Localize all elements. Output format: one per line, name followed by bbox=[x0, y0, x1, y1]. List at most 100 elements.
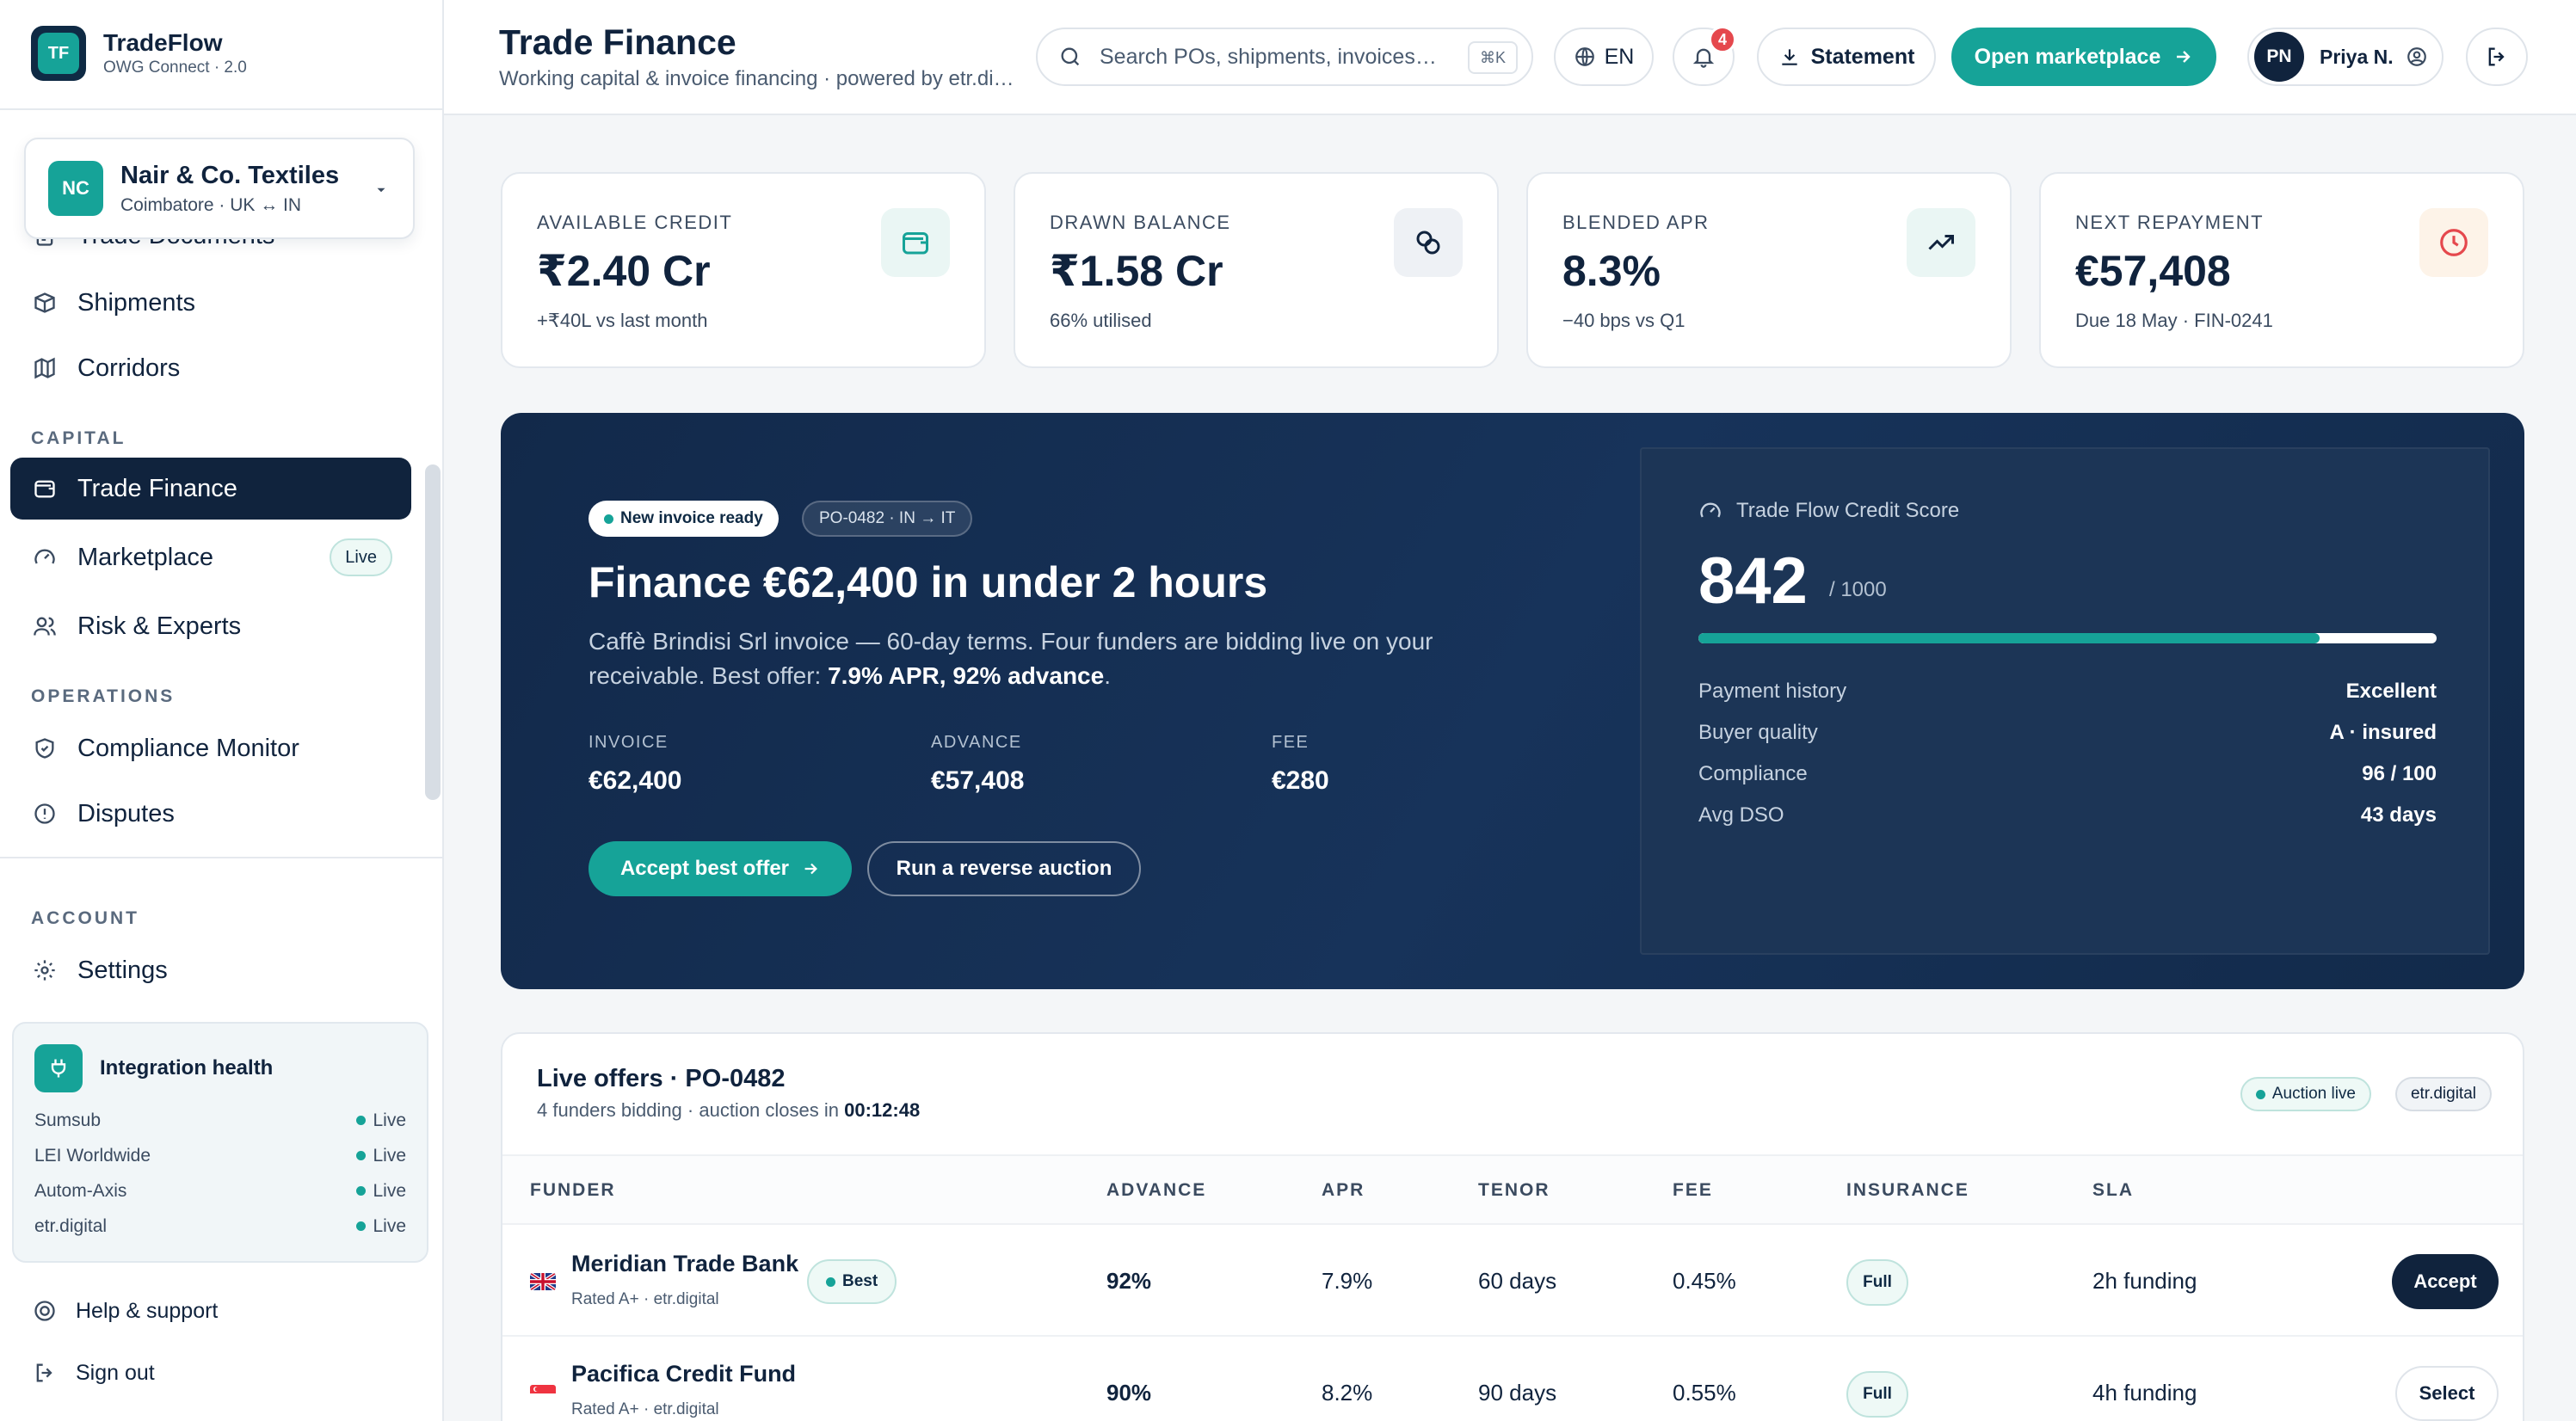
table-row[interactable]: Pacifica Credit Fund Rated A+ · etr.digi… bbox=[502, 1338, 2523, 1421]
notifications-button[interactable]: 4 bbox=[1673, 26, 1736, 86]
open-marketplace-label: Open marketplace bbox=[1974, 44, 2161, 69]
user-name: Priya N. bbox=[2320, 45, 2394, 68]
apr-cell: 8.2% bbox=[1322, 1380, 1373, 1406]
column-header-fee: FEE bbox=[1673, 1180, 1713, 1200]
sign-out-link[interactable]: Sign out bbox=[31, 1356, 155, 1390]
integration-row: Sumsub Live bbox=[34, 1103, 406, 1138]
sidebar-item-compliance-monitor[interactable]: Compliance Monitor bbox=[10, 717, 411, 779]
integration-row: LEI Worldwide Live bbox=[34, 1138, 406, 1173]
hero-title: Finance €62,400 in under 2 hours bbox=[589, 558, 1268, 606]
column-header-tenor: TENOR bbox=[1478, 1180, 1550, 1200]
integration-name: etr.digital bbox=[34, 1215, 108, 1236]
status-dot bbox=[604, 514, 613, 524]
column-header-insurance: INSURANCE bbox=[1846, 1180, 1969, 1200]
help-support-link[interactable]: Help & support bbox=[31, 1294, 218, 1328]
search-input[interactable] bbox=[1100, 44, 1444, 70]
sidebar-item-settings[interactable]: Settings bbox=[10, 939, 411, 1001]
credit-score-value: 842 bbox=[1698, 544, 1808, 618]
score-factor-label: Compliance bbox=[1698, 762, 1808, 785]
table-row[interactable]: Meridian Trade Bank Rated A+ · etr.digit… bbox=[502, 1227, 2523, 1337]
status-dot bbox=[356, 1116, 367, 1125]
score-factor-value: A · insured bbox=[2329, 721, 2437, 744]
sidebar-item-label: Risk & Experts bbox=[77, 612, 242, 640]
user-menu[interactable]: PN Priya N. bbox=[2247, 28, 2444, 86]
logout-button[interactable] bbox=[2466, 28, 2528, 86]
sidebar-item-corridors[interactable]: Corridors bbox=[10, 337, 411, 399]
trending-up-icon bbox=[1907, 208, 1975, 277]
page-title: Trade Finance bbox=[499, 22, 736, 62]
funder-rating: Rated A+ · etr.digital bbox=[571, 1290, 719, 1308]
sidebar-item-label: Compliance Monitor bbox=[77, 734, 299, 762]
score-factor-value: 43 days bbox=[2360, 803, 2437, 827]
score-factor-row: Avg DSO 43 days bbox=[1698, 795, 2437, 836]
wallet-icon bbox=[31, 475, 59, 502]
credit-score-bar bbox=[1698, 633, 2437, 643]
score-factor-row: Compliance 96 / 100 bbox=[1698, 754, 2437, 795]
stat-card-available-credit: AVAILABLE CREDIT ₹2.40 Cr +₹40L vs last … bbox=[501, 172, 986, 368]
gear-icon bbox=[31, 957, 59, 984]
score-factor-label: Buyer quality bbox=[1698, 721, 1818, 744]
logout-icon bbox=[2485, 45, 2509, 69]
arrow-right-icon bbox=[801, 859, 820, 878]
accept-best-offer-button[interactable]: Accept best offer bbox=[589, 841, 852, 896]
live-offers-panel: Live offers · PO-0482 4 funders bidding … bbox=[501, 1032, 2524, 1421]
auction-countdown: 00:12:48 bbox=[844, 1099, 921, 1121]
etr-digital-tag: etr.digital bbox=[2394, 1077, 2492, 1111]
insurance-badge: Full bbox=[1846, 1371, 1908, 1418]
sidebar-item-label: Marketplace bbox=[77, 543, 213, 571]
select-offer-button[interactable]: Select bbox=[2395, 1366, 2499, 1421]
download-icon bbox=[1778, 46, 1801, 68]
sidebar-item-marketplace[interactable]: Marketplace Live bbox=[10, 526, 411, 588]
offers-subtitle: 4 funders bidding · auction closes in 00… bbox=[537, 1099, 920, 1122]
map-icon bbox=[31, 354, 59, 382]
credit-score-bar-fill bbox=[1698, 633, 2320, 643]
wallet-icon bbox=[881, 208, 950, 277]
brand[interactable]: TF TradeFlow OWG Connect · 2.0 bbox=[31, 26, 247, 81]
accept-best-offer-label: Accept best offer bbox=[619, 857, 790, 880]
sidebar-item-disputes[interactable]: Disputes bbox=[10, 783, 411, 845]
brand-subtitle: OWG Connect · 2.0 bbox=[103, 58, 247, 77]
sidebar-item-label: Corridors bbox=[77, 354, 181, 382]
accept-offer-button[interactable]: Accept bbox=[2392, 1254, 2499, 1309]
credit-score-header: Trade Flow Credit Score bbox=[1698, 499, 1959, 523]
status-dot bbox=[356, 1151, 367, 1160]
best-offer-label: Best bbox=[842, 1272, 878, 1290]
score-factor-row: Buyer quality A · insured bbox=[1698, 712, 2437, 754]
integration-status: Live bbox=[373, 1180, 406, 1201]
best-offer-badge: Best bbox=[807, 1259, 897, 1304]
finance-offer-hero: New invoice ready PO-0482 · IN → IT Fina… bbox=[501, 413, 2524, 989]
credit-score-title: Trade Flow Credit Score bbox=[1736, 499, 1960, 522]
search-box[interactable]: ⌘K bbox=[1036, 28, 1533, 86]
open-marketplace-button[interactable]: Open marketplace bbox=[1951, 28, 2216, 86]
sidebar-item-shipments[interactable]: Shipments bbox=[10, 272, 411, 334]
org-switcher[interactable]: NC Nair & Co. Textiles Coimbatore · UK ↔… bbox=[24, 138, 415, 239]
integration-status: Live bbox=[373, 1110, 406, 1130]
statement-label: Statement bbox=[1810, 44, 1915, 69]
advance-label: ADVANCE bbox=[931, 733, 1022, 752]
integration-name: Autom-Axis bbox=[34, 1180, 127, 1201]
brand-name: TradeFlow bbox=[103, 29, 223, 56]
integration-status: Live bbox=[373, 1215, 406, 1236]
alert-circle-icon bbox=[31, 800, 59, 827]
sla-cell: 2h funding bbox=[2092, 1268, 2197, 1294]
sidebar-item-trade-finance[interactable]: Trade Finance bbox=[10, 458, 411, 520]
sidebar-item-risk-experts[interactable]: Risk & Experts bbox=[10, 595, 411, 657]
credit-score-max: / 1000 bbox=[1829, 578, 1887, 601]
reverse-auction-button[interactable]: Run a reverse auction bbox=[867, 841, 1141, 896]
nav-section-capital: CAPITAL bbox=[31, 428, 126, 448]
sidebar-item-label: Disputes bbox=[77, 799, 175, 827]
integration-row: Autom-Axis Live bbox=[34, 1173, 406, 1209]
advance-cell: 90% bbox=[1106, 1380, 1152, 1406]
status-dot bbox=[2255, 1089, 2265, 1099]
hero-invoice: INVOICE €62,400 bbox=[589, 733, 681, 796]
insurance-badge: Full bbox=[1846, 1259, 1908, 1306]
language-button[interactable]: EN bbox=[1554, 28, 1654, 86]
integration-row: etr.digital Live bbox=[34, 1209, 406, 1244]
sidebar-scrollbar[interactable] bbox=[425, 464, 441, 800]
tenor-cell: 90 days bbox=[1478, 1380, 1557, 1406]
shield-icon bbox=[31, 735, 59, 762]
new-invoice-badge: New invoice ready bbox=[589, 501, 779, 537]
auction-live-tag: Auction live bbox=[2240, 1077, 2371, 1111]
stat-card-blended-apr: BLENDED APR 8.3% −40 bps vs Q1 bbox=[1526, 172, 2012, 368]
statement-button[interactable]: Statement bbox=[1757, 28, 1936, 86]
